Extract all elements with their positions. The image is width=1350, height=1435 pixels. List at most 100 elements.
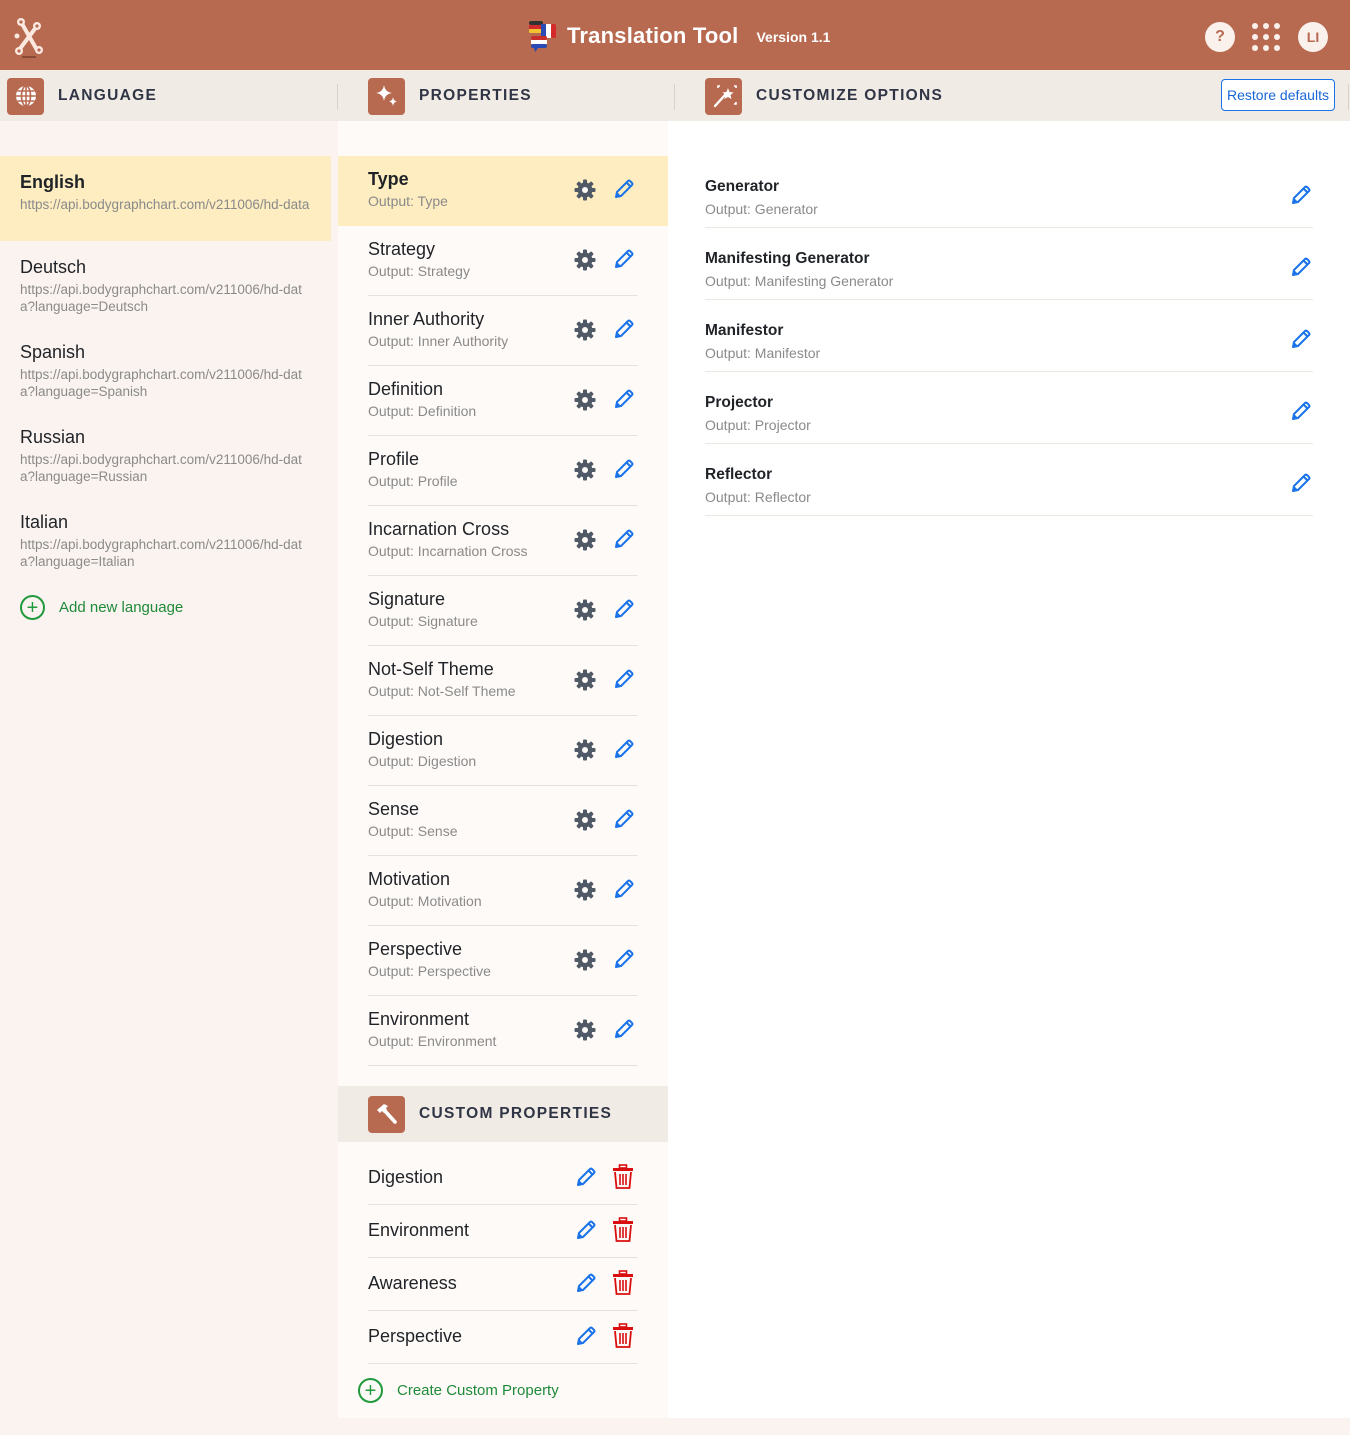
apps-grid-icon [1263, 45, 1269, 51]
property-item[interactable]: Digestion Output: Digestion [338, 716, 668, 786]
trash-icon[interactable] [611, 1270, 635, 1296]
help-button[interactable]: ? [1205, 22, 1235, 52]
pencil-icon[interactable] [612, 457, 636, 481]
option-output: Output: Generator [705, 201, 818, 217]
add-new-language-button[interactable]: + Add new language [20, 595, 183, 620]
pencil-icon[interactable] [612, 877, 636, 901]
pencil-icon[interactable] [1289, 399, 1313, 423]
property-item[interactable]: Sense Output: Sense [338, 786, 668, 856]
pencil-icon[interactable] [574, 1218, 598, 1242]
option-name: Manifestor [705, 322, 784, 339]
custom-property-name: Environment [368, 1220, 470, 1240]
pencil-icon[interactable] [1289, 183, 1313, 207]
custom-properties-section-title: CUSTOM PROPERTIES [419, 1105, 613, 1122]
language-section-title: LANGUAGE [58, 87, 158, 104]
pencil-icon[interactable] [612, 247, 636, 271]
gear-icon[interactable] [573, 388, 597, 412]
pencil-icon[interactable] [612, 737, 636, 761]
section-header-bar: LANGUAGE PROPERTIES CUSTOMIZE OPTIONS Re… [0, 70, 1350, 121]
properties-section-header: PROPERTIES [368, 77, 532, 115]
option-item[interactable]: Manifesting Generator Output: Manifesting… [705, 228, 1313, 300]
property-name: Environment [368, 1009, 470, 1029]
property-item[interactable]: Inner Authority Output: Inner Authority [338, 296, 668, 366]
pencil-icon[interactable] [574, 1165, 598, 1189]
gear-icon[interactable] [573, 878, 597, 902]
row-divider [368, 1363, 638, 1364]
trash-icon[interactable] [611, 1217, 635, 1243]
gear-icon[interactable] [573, 668, 597, 692]
apps-grid-icon [1263, 23, 1269, 29]
customize-section-header: CUSTOMIZE OPTIONS [705, 77, 943, 115]
language-api-url: https://api.bodygraphchart.com/v211006/h… [20, 367, 302, 399]
option-item[interactable]: Generator Output: Generator [705, 156, 1313, 228]
property-output: Output: Definition [368, 403, 477, 419]
property-item[interactable]: Type Output: Type [338, 156, 668, 226]
gear-icon[interactable] [573, 528, 597, 552]
app-logo-icon[interactable] [12, 14, 46, 60]
property-output: Output: Sense [368, 823, 458, 839]
gear-icon[interactable] [573, 178, 597, 202]
gear-icon[interactable] [573, 808, 597, 832]
apps-grid-icon [1274, 45, 1280, 51]
pencil-icon[interactable] [612, 177, 636, 201]
pencil-icon[interactable] [1289, 471, 1313, 495]
gear-icon[interactable] [573, 598, 597, 622]
pencil-icon[interactable] [1289, 327, 1313, 351]
pencil-icon[interactable] [612, 807, 636, 831]
page-footer-strip [0, 1418, 1350, 1435]
property-name: Not-Self Theme [368, 659, 494, 679]
custom-property-item[interactable]: Environment [338, 1205, 668, 1258]
add-new-language-label: Add new language [59, 599, 184, 616]
restore-defaults-button[interactable]: Restore defaults [1221, 79, 1335, 111]
pencil-icon[interactable] [612, 317, 636, 341]
pencil-icon[interactable] [612, 947, 636, 971]
create-custom-property-button[interactable]: + Create Custom Property [358, 1378, 559, 1403]
user-avatar[interactable]: LI [1298, 22, 1328, 52]
property-item[interactable]: Strategy Output: Strategy [338, 226, 668, 296]
property-name: Incarnation Cross [368, 519, 510, 539]
property-item[interactable]: Signature Output: Signature [338, 576, 668, 646]
pencil-icon[interactable] [612, 597, 636, 621]
language-item[interactable]: Spanish https://api.bodygraphchart.com/v2… [0, 338, 331, 418]
trash-icon[interactable] [611, 1164, 635, 1190]
gear-icon[interactable] [573, 318, 597, 342]
language-item[interactable]: English https://api.bodygraphchart.com/v2… [0, 156, 331, 241]
property-item[interactable]: Motivation Output: Motivation [338, 856, 668, 926]
pencil-icon[interactable] [612, 527, 636, 551]
option-name: Generator [705, 178, 780, 195]
option-item[interactable]: Manifestor Output: Manifestor [705, 300, 1313, 372]
property-output: Output: Profile [368, 473, 458, 489]
gear-icon[interactable] [573, 948, 597, 972]
language-item[interactable]: Russian https://api.bodygraphchart.com/v2… [0, 423, 331, 503]
row-divider [368, 1065, 638, 1066]
trash-icon[interactable] [611, 1323, 635, 1349]
property-output: Output: Motivation [368, 893, 482, 909]
property-name: Digestion [368, 729, 444, 749]
property-item[interactable]: Incarnation Cross Output: Incarnation Cro… [338, 506, 668, 576]
property-item[interactable]: Profile Output: Profile [338, 436, 668, 506]
pencil-icon[interactable] [574, 1271, 598, 1295]
property-item[interactable]: Environment Output: Environment [338, 996, 668, 1066]
custom-property-item[interactable]: Digestion [338, 1152, 668, 1205]
pencil-icon[interactable] [1289, 255, 1313, 279]
property-item[interactable]: Perspective Output: Perspective [338, 926, 668, 996]
option-item[interactable]: Projector Output: Projector [705, 372, 1313, 444]
custom-property-item[interactable]: Perspective [338, 1311, 668, 1364]
language-item[interactable]: Italian https://api.bodygraphchart.com/v2… [0, 508, 331, 588]
property-item[interactable]: Not-Self Theme Output: Not-Self Theme [338, 646, 668, 716]
option-item[interactable]: Reflector Output: Reflector [705, 444, 1313, 516]
pencil-icon[interactable] [612, 387, 636, 411]
gear-icon[interactable] [573, 1018, 597, 1042]
pencil-icon[interactable] [612, 667, 636, 691]
custom-property-item[interactable]: Awareness [338, 1258, 668, 1311]
gear-icon[interactable] [573, 248, 597, 272]
property-item[interactable]: Definition Output: Definition [338, 366, 668, 436]
gear-icon[interactable] [573, 738, 597, 762]
apps-grid-icon [1263, 34, 1269, 40]
gear-icon[interactable] [573, 458, 597, 482]
pencil-icon[interactable] [612, 1017, 636, 1041]
apps-grid-button[interactable] [1252, 23, 1280, 51]
language-item[interactable]: Deutsch https://api.bodygraphchart.com/v2… [0, 253, 331, 333]
pencil-icon[interactable] [574, 1324, 598, 1348]
property-name: Profile [368, 449, 420, 469]
